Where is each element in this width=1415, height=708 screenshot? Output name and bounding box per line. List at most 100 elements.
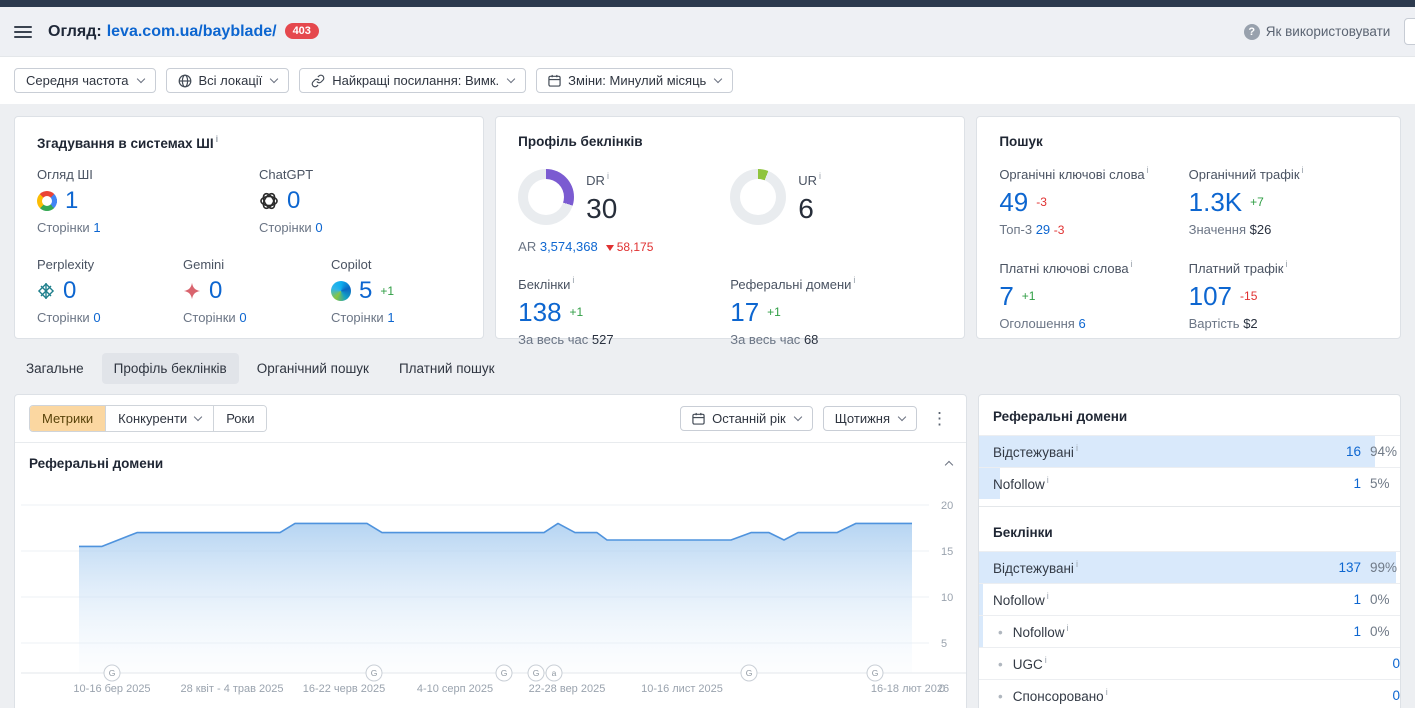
row-label: Відстежуваніi [993, 559, 1078, 576]
info-icon[interactable]: i [216, 134, 219, 144]
calendar-icon [548, 74, 561, 87]
chart-title: Реферальні домени [29, 456, 163, 471]
referring-domains-chart[interactable]: 2015105GGGGaGG10-16 бер 202528 квіт - 4 … [21, 483, 966, 698]
paid-traffic-metric: Платний трафікi 107-15 Вартість $2 [1189, 259, 1378, 331]
info-icon[interactable]: i [1047, 475, 1049, 485]
metric-value[interactable]: 1 [65, 189, 78, 213]
metric-delta: -15 [1240, 289, 1257, 303]
chevron-down-icon [898, 413, 906, 421]
metric-delta: -3 [1036, 195, 1047, 209]
info-icon[interactable]: i [1076, 559, 1078, 569]
info-icon[interactable]: i [1285, 259, 1287, 269]
frequency-filter-button[interactable]: Середня частота [14, 68, 156, 93]
tab-paid-search[interactable]: Платний пошук [387, 353, 507, 384]
changes-filter-button[interactable]: Зміни: Минулий місяць [536, 68, 733, 93]
organic-traffic-metric: Органічний трафікi 1.3K+7 Значення $26 [1189, 165, 1378, 237]
pages-sub: Сторінки 0 [183, 310, 331, 325]
info-icon[interactable]: i [1302, 165, 1304, 175]
tab-backlink-profile[interactable]: Профіль беклінків [102, 353, 239, 384]
table-row[interactable]: Nofollowi 10% [979, 615, 1400, 647]
row-count[interactable]: 1 [1309, 476, 1361, 491]
title-prefix: Огляд: [48, 23, 102, 40]
row-percent: 5% [1370, 476, 1400, 491]
row-count[interactable]: 137 [1309, 560, 1361, 575]
info-icon[interactable]: i [853, 275, 855, 285]
row-count[interactable]: 0 [1348, 656, 1400, 671]
page-title: Огляд:leva.com.ua/bayblade/403 [48, 23, 319, 41]
metric-delta: +1 [570, 305, 584, 319]
globe-icon [178, 74, 192, 88]
info-icon[interactable]: i [1076, 443, 1078, 453]
tab-organic-search[interactable]: Органічний пошук [245, 353, 381, 384]
table-row[interactable]: Nofollowi 10% [979, 583, 1400, 615]
chart-area[interactable]: 2015105GGGGaGG10-16 бер 202528 квіт - 4 … [15, 483, 966, 701]
row-count[interactable]: 16 [1309, 444, 1361, 459]
best-links-filter-label: Найкращі посилання: Вимк. [332, 73, 499, 88]
svg-text:0: 0 [939, 683, 945, 695]
collapse-chevron-icon[interactable] [944, 456, 952, 471]
api-button[interactable]: {} [1404, 18, 1415, 45]
metric-label: Огляд ШІ [37, 167, 259, 182]
period-label: Останній рік [712, 411, 786, 426]
segment-years[interactable]: Роки [213, 406, 266, 431]
locations-filter-button[interactable]: Всі локації [166, 68, 290, 93]
alltime-sub: За весь час 527 [518, 332, 730, 347]
metric-value[interactable]: 0 [287, 189, 300, 213]
metric-value[interactable]: 0 [63, 279, 76, 303]
percentage-bar [979, 584, 983, 615]
segment-metrics[interactable]: Метрики [30, 406, 105, 431]
table-row[interactable]: UGCi 0 [979, 647, 1400, 679]
table-row[interactable]: Спонсорованоi 0 [979, 679, 1400, 708]
overview-cards: Згадування в системах ШІi Огляд ШІ 1 Сто… [14, 116, 1401, 339]
tab-general[interactable]: Загальне [14, 353, 96, 384]
metric-sub: Оголошення 6 [999, 316, 1188, 331]
target-domain-link[interactable]: leva.com.ua/bayblade/ [107, 23, 277, 40]
table-row[interactable]: Відстежуваніi 1694% [979, 435, 1400, 467]
metric-value[interactable]: 5 [359, 279, 372, 303]
metric-value[interactable]: 7 [999, 283, 1013, 309]
metric-value[interactable]: 0 [209, 279, 222, 303]
dr-label: DRi [586, 171, 617, 188]
page-header: Огляд:leva.com.ua/bayblade/403 ? Як вико… [0, 7, 1415, 56]
menu-icon[interactable] [14, 23, 32, 41]
metric-value[interactable]: 107 [1189, 283, 1232, 309]
row-label: Nofollowi [993, 475, 1049, 492]
metric-value[interactable]: 49 [999, 189, 1028, 215]
info-icon[interactable]: i [1045, 655, 1047, 665]
how-to-use-link[interactable]: ? Як використовувати [1244, 24, 1391, 40]
section-divider [979, 499, 1400, 507]
info-icon[interactable]: i [1067, 623, 1069, 633]
segment-competitors[interactable]: Конкуренти [105, 406, 213, 431]
row-count[interactable]: 1 [1309, 624, 1361, 639]
info-icon[interactable]: i [1047, 591, 1049, 601]
chevron-down-icon [270, 75, 278, 83]
metric-value[interactable]: 1.3K [1189, 189, 1243, 215]
info-icon[interactable]: i [1106, 687, 1108, 697]
ur-label: URi [798, 171, 821, 188]
info-icon[interactable]: i [607, 171, 609, 181]
svg-text:a: a [552, 668, 557, 678]
metric-delta: +1 [380, 284, 394, 298]
ai-card-title: Згадування в системах ШІi [37, 134, 461, 151]
info-icon[interactable]: i [819, 171, 821, 181]
table-row[interactable]: Відстежуваніi 13799% [979, 551, 1400, 583]
kebab-menu-icon[interactable]: ⋮ [927, 409, 952, 429]
info-icon[interactable]: i [1147, 165, 1149, 175]
info-icon[interactable]: i [572, 275, 574, 285]
backlinks-metric: Беклінкиi 138+1 За весь час 527 [518, 275, 730, 347]
metric-value[interactable]: 17 [730, 299, 759, 325]
info-icon[interactable]: i [1131, 259, 1133, 269]
browser-strip [0, 0, 1415, 7]
table-row[interactable]: Nofollowi 1 5% [979, 467, 1400, 499]
granularity-button[interactable]: Щотижня [823, 406, 917, 431]
chevron-down-icon [793, 413, 801, 421]
ai-metric-copilot: Copilot 5 +1 Сторінки 1 [331, 257, 395, 325]
dr-donut [518, 169, 574, 225]
period-button[interactable]: Останній рік [680, 406, 813, 431]
svg-text:G: G [371, 668, 378, 678]
row-count[interactable]: 1 [1309, 592, 1361, 607]
row-count[interactable]: 0 [1348, 688, 1400, 703]
metric-value[interactable]: 138 [518, 299, 561, 325]
best-links-filter-button[interactable]: Найкращі посилання: Вимк. [299, 68, 526, 93]
svg-text:20: 20 [941, 500, 953, 512]
